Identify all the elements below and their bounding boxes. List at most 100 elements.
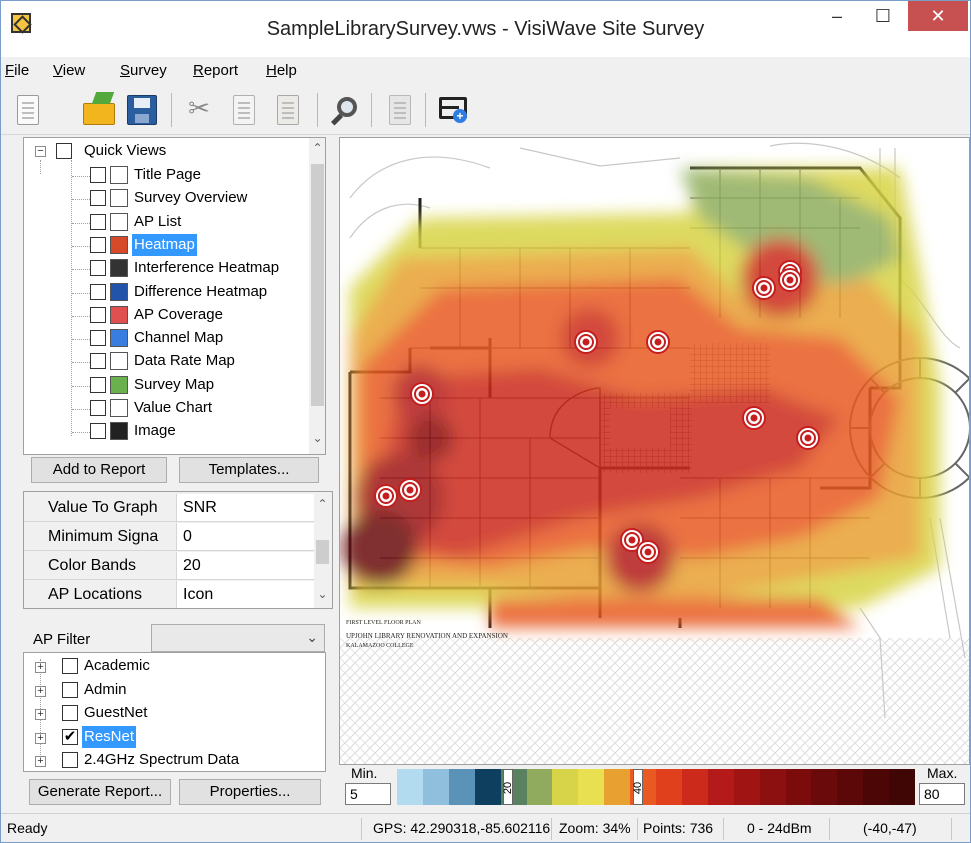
legend-min-input[interactable]: 5: [345, 783, 391, 805]
legend-max-input[interactable]: 80: [919, 783, 965, 805]
properties-grid[interactable]: Value To Graph SNR Minimum Signa 0 Color…: [23, 491, 333, 609]
expand-icon[interactable]: +: [35, 662, 46, 673]
checkbox[interactable]: [62, 705, 78, 721]
props-scrollbar[interactable]: ⌃ ⌄: [314, 492, 331, 608]
access-point-target-icon[interactable]: [742, 406, 766, 430]
ap-filter-dropdown[interactable]: ⌄: [151, 624, 325, 652]
tree-label: Value Chart: [134, 399, 213, 416]
expand-icon[interactable]: +: [35, 709, 46, 720]
maximize-button[interactable]: ☐: [860, 1, 906, 31]
menu-survey[interactable]: Survey: [120, 62, 167, 79]
menu-report[interactable]: Report: [193, 62, 238, 79]
toolbar-separator: [425, 93, 426, 127]
scroll-up-icon[interactable]: ⌃: [314, 496, 331, 513]
menu-file[interactable]: File: [5, 62, 29, 79]
tree-label: Title Page: [134, 166, 201, 183]
open-folder-icon: [83, 103, 115, 125]
prop-value[interactable]: 0: [176, 523, 314, 550]
scroll-down-icon[interactable]: ⌄: [314, 586, 331, 603]
minimize-button[interactable]: ‒: [814, 1, 860, 31]
scroll-up-icon[interactable]: ⌃: [309, 140, 325, 157]
access-point-target-icon[interactable]: [646, 330, 670, 354]
checkbox[interactable]: [90, 330, 106, 347]
expand-icon[interactable]: +: [35, 685, 46, 697]
ap-filter-tree[interactable]: + Academic + Admin + GuestNet + ✔ ResNet +2.4GHz …: [23, 652, 326, 772]
add-floor-map-button[interactable]: +: [435, 91, 471, 129]
access-point-target-icon[interactable]: [410, 382, 434, 406]
prop-row-color-bands[interactable]: Color Bands 20: [24, 552, 314, 580]
templates-button[interactable]: Templates...: [179, 457, 319, 483]
tree-label: Image: [134, 422, 176, 440]
toolbar-separator: [171, 93, 172, 127]
checkbox[interactable]: [90, 283, 106, 300]
expand-icon[interactable]: +: [35, 756, 46, 767]
checkbox-quick-views[interactable]: [56, 143, 72, 159]
legend-marker-40[interactable]: 40: [632, 769, 644, 805]
checkbox[interactable]: [62, 752, 78, 768]
checkbox[interactable]: ✔: [62, 728, 78, 745]
new-report-button[interactable]: [9, 91, 45, 129]
expand-icon[interactable]: +: [35, 732, 46, 744]
collapse-icon[interactable]: −: [35, 146, 46, 157]
prop-value[interactable]: 20: [176, 552, 314, 579]
project-subtitle: KALAMAZOO COLLEGE: [346, 643, 414, 649]
access-point-target-icon[interactable]: [752, 276, 776, 300]
save-disk-icon: [127, 95, 157, 125]
open-button[interactable]: [81, 91, 117, 129]
prop-row-ap-locations[interactable]: AP Locations Icon: [24, 581, 314, 608]
legend-marker-20[interactable]: 20: [502, 769, 514, 805]
paste-button[interactable]: [269, 91, 305, 129]
generate-report-button[interactable]: Generate Report...: [29, 779, 171, 805]
checkbox[interactable]: [90, 213, 106, 230]
save-button[interactable]: [123, 91, 159, 129]
scroll-thumb[interactable]: [311, 164, 324, 406]
checkbox[interactable]: [90, 167, 106, 183]
prop-value[interactable]: Icon: [176, 581, 314, 608]
title-bar[interactable]: SampleLibrarySurvey.vws - VisiWave Site …: [1, 1, 970, 57]
access-point-target-icon[interactable]: [796, 426, 820, 450]
close-button[interactable]: ✕: [908, 1, 968, 31]
scroll-down-icon[interactable]: ⌄: [309, 430, 325, 447]
zoom-button[interactable]: [327, 91, 363, 129]
checkbox[interactable]: [90, 306, 106, 323]
access-point-target-icon[interactable]: [778, 268, 802, 292]
checkbox[interactable]: [90, 423, 106, 440]
access-point-target-icon[interactable]: [398, 478, 422, 502]
check-report-button[interactable]: [381, 91, 417, 129]
checkbox[interactable]: [90, 236, 106, 253]
legend-band: [759, 769, 786, 805]
checkbox[interactable]: [62, 681, 78, 698]
legend-band: [785, 769, 812, 805]
difference-heatmap-icon: [110, 282, 128, 301]
checkbox[interactable]: [90, 190, 106, 207]
prop-row-value-to-graph[interactable]: Value To Graph SNR: [24, 494, 314, 522]
color-legend: Min. 5 20 40 Max. 80: [339, 765, 970, 811]
heatmap-view[interactable]: FIRST LEVEL FLOOR PLAN UPJOHN LIBRARY RE…: [339, 137, 970, 765]
access-point-target-icon[interactable]: [636, 540, 660, 564]
quick-views-tree[interactable]: − Quick Views Title Page Survey Overview A…: [23, 137, 326, 455]
project-title: UPJOHN LIBRARY RENOVATION AND EXPANSION: [346, 632, 508, 640]
prop-value[interactable]: SNR: [176, 494, 314, 521]
menu-view[interactable]: View: [53, 62, 85, 79]
add-to-report-button[interactable]: Add to Report: [31, 457, 167, 483]
access-point-target-icon[interactable]: [374, 484, 398, 508]
heatmap-canvas[interactable]: FIRST LEVEL FLOOR PLAN UPJOHN LIBRARY RE…: [340, 138, 970, 765]
copy-button[interactable]: [225, 91, 261, 129]
status-coords: (-40,-47): [863, 820, 917, 836]
legend-band: [448, 769, 476, 805]
scroll-thumb[interactable]: [316, 540, 329, 564]
tree-label: Data Rate Map: [134, 352, 235, 370]
tree-label: AP List: [134, 212, 182, 230]
app-window: SampleLibrarySurvey.vws - VisiWave Site …: [0, 0, 971, 843]
properties-button[interactable]: Properties...: [179, 779, 321, 805]
checkbox[interactable]: [90, 400, 106, 416]
checkbox[interactable]: [90, 376, 106, 393]
checkbox[interactable]: [90, 260, 106, 277]
access-point-target-icon[interactable]: [574, 330, 598, 354]
cut-button[interactable]: ✂: [181, 91, 217, 129]
menu-help[interactable]: Help: [266, 62, 297, 79]
checkbox[interactable]: [62, 658, 78, 674]
tree-scrollbar[interactable]: ⌃ ⌄: [309, 138, 325, 454]
checkbox[interactable]: [90, 353, 106, 370]
prop-row-minimum-signal[interactable]: Minimum Signa 0: [24, 523, 314, 551]
